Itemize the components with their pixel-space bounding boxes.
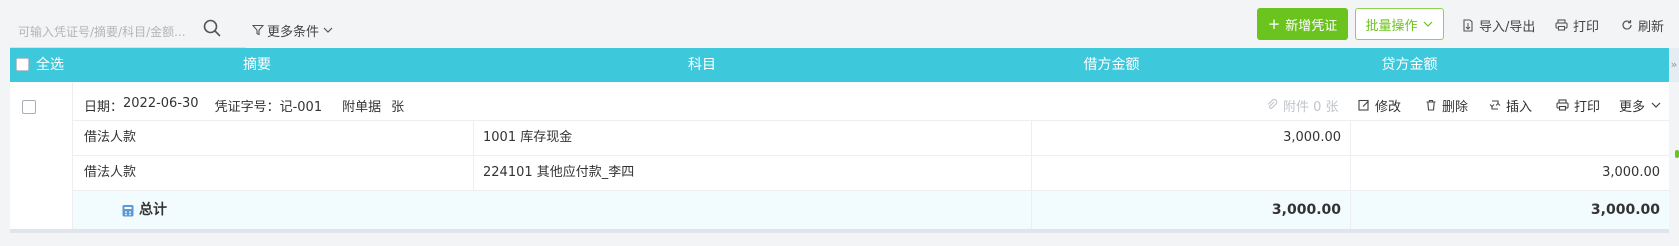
table-header: 全选 摘要 科目 借方金额 贷方金额: [10, 48, 1669, 82]
total-row: 总计 3,000.00 3,000.00: [73, 190, 1669, 229]
paperclip-icon: [1267, 99, 1278, 109]
add-voucher-button[interactable]: + 新增凭证: [1257, 8, 1348, 40]
print-button[interactable]: 打印: [1555, 15, 1599, 35]
voucher-select-column: [10, 82, 73, 229]
batch-operations-label: 批量操作: [1365, 18, 1418, 34]
insert-voucher-button[interactable]: 插入: [1489, 95, 1532, 115]
attachments-link: 附件 0 张: [1266, 95, 1339, 115]
search-input[interactable]: [18, 16, 208, 48]
card-divider: [10, 229, 1669, 233]
table-row: 借法人款 1001 库存现金 3,000.00: [73, 120, 1669, 155]
table-row: 借法人款 224101 其他应付款_李四 3,000.00: [73, 155, 1669, 190]
insert-icon: [1489, 100, 1501, 110]
column-header-summary: 摘要: [243, 57, 271, 73]
status-indicator: [1675, 150, 1679, 158]
entry-summary: 借法人款: [84, 130, 137, 145]
delete-label: 删除: [1442, 99, 1469, 115]
import-export-icon: [1463, 18, 1473, 32]
attachment-docs-label: 附单据: [342, 100, 382, 115]
import-export-button[interactable]: 导入/导出: [1462, 15, 1535, 35]
column-header-debit: 借方金额: [1083, 57, 1140, 73]
refresh-button[interactable]: 刷新: [1621, 15, 1664, 35]
total-debit: 3,000.00: [1271, 202, 1341, 218]
printer-icon: [1556, 99, 1569, 111]
print-voucher-button[interactable]: 打印: [1556, 95, 1600, 115]
date-label: 日期：: [84, 100, 124, 115]
voucher-date: 2022-06-30: [123, 96, 199, 111]
voucher-number-label: 凭证字号：: [214, 100, 280, 115]
edit-voucher-button[interactable]: 修改: [1358, 95, 1401, 115]
total-label: 总计: [139, 202, 167, 218]
chevron-down-icon: [323, 27, 333, 33]
column-header-credit: 贷方金额: [1381, 57, 1438, 73]
refresh-label: 刷新: [1638, 19, 1665, 35]
chevron-down-icon: [1651, 102, 1661, 108]
print-voucher-label: 打印: [1574, 99, 1601, 115]
filter-icon: [252, 24, 264, 36]
select-all-checkbox[interactable]: [16, 58, 29, 71]
voucher-number: 记-001: [279, 100, 323, 115]
trash-icon: [1426, 99, 1436, 111]
entry-summary: 借法人款: [84, 165, 137, 180]
voucher-checkbox[interactable]: [22, 100, 36, 114]
search-icon[interactable]: [202, 18, 222, 38]
calculator-icon: [122, 205, 134, 217]
collapse-panel-toggle[interactable]: »: [1669, 48, 1679, 82]
entry-debit: [1031, 156, 1341, 190]
add-voucher-label: 新增凭证: [1285, 18, 1338, 34]
plus-icon: +: [1267, 15, 1281, 33]
attachment-docs-unit: 张: [391, 100, 405, 115]
more-actions-dropdown[interactable]: 更多: [1619, 95, 1662, 115]
entry-debit: 3,000.00: [1283, 130, 1341, 145]
toolbar: 更多条件 + 新增凭证 批量操作 导入/导出 打印 刷新: [0, 0, 1679, 48]
batch-operations-button[interactable]: 批量操作: [1355, 8, 1444, 40]
more-actions-label: 更多: [1619, 99, 1646, 115]
more-conditions-button[interactable]: 更多条件: [252, 20, 334, 40]
print-label: 打印: [1573, 19, 1600, 35]
chevron-down-icon: [1423, 21, 1432, 27]
import-export-label: 导入/导出: [1479, 19, 1536, 35]
entry-account: 1001 库存现金: [483, 130, 573, 145]
delete-voucher-button[interactable]: 删除: [1425, 95, 1468, 115]
entry-credit: 3,000.00: [1602, 165, 1660, 180]
edit-icon: [1358, 99, 1369, 111]
entry-credit: [1350, 121, 1660, 155]
entry-account: 224101 其他应付款_李四: [483, 165, 635, 180]
more-conditions-label: 更多条件: [267, 24, 320, 40]
column-header-account: 科目: [688, 57, 716, 73]
voucher-header: 日期： 2022-06-30 凭证字号： 记-001 附单据 张: [84, 96, 404, 116]
insert-label: 插入: [1506, 99, 1533, 115]
printer-icon: [1555, 19, 1568, 31]
total-credit: 3,000.00: [1590, 202, 1660, 218]
refresh-icon: [1622, 20, 1632, 30]
attachments-label: 附件 0 张: [1283, 99, 1339, 115]
edit-label: 修改: [1375, 99, 1402, 115]
